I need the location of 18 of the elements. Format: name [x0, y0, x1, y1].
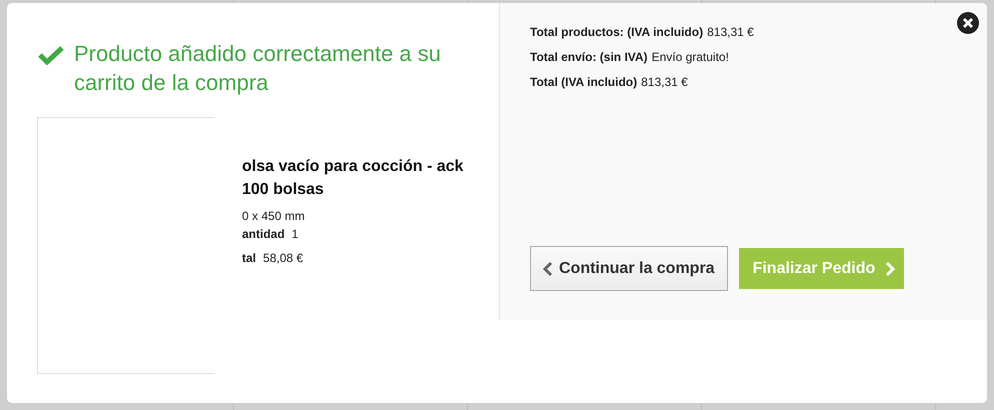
summary-value: 813,31 € — [641, 75, 688, 89]
summary-label: Total (IVA incluido) — [530, 75, 638, 89]
product-size: 0 x 450 mm — [242, 209, 306, 223]
quantity-label: antidad — [242, 227, 285, 241]
summary-label: Total envío: (sin IVA) — [530, 50, 648, 64]
chevron-left-icon — [543, 262, 553, 276]
summary-value: 813,31 € — [707, 25, 754, 39]
continue-shopping-button[interactable]: Continuar la compra — [530, 246, 728, 291]
checkmark-icon — [38, 45, 64, 65]
close-icon[interactable] — [957, 12, 979, 34]
chevron-right-icon — [885, 262, 896, 276]
summary-label: Total productos: (IVA incluido) — [530, 25, 704, 39]
total-value: 58,08 € — [263, 251, 304, 265]
summary-value: Envío gratuito! — [652, 50, 729, 64]
quantity-value: 1 — [292, 227, 298, 241]
total-label: tal — [242, 251, 256, 265]
success-message: Producto añadido correctamente a su carrito de la compra — [74, 40, 442, 97]
product-name: olsa vacío para cocción - ack 100 bolsas — [242, 157, 464, 200]
